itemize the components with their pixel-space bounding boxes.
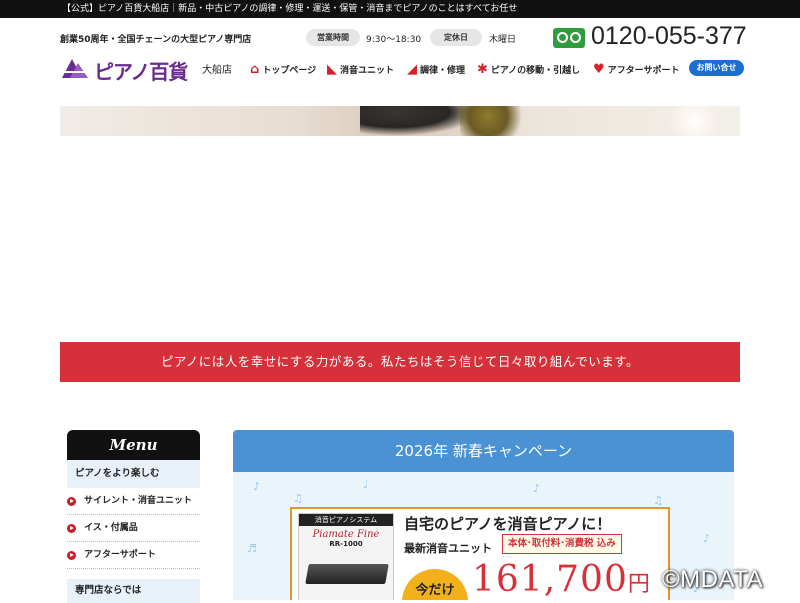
menu-title: Menu	[67, 430, 200, 460]
nav-after-support[interactable]: ♥ アフターサポート	[593, 61, 679, 77]
sidebar-item-label: イス・付属品	[84, 523, 138, 533]
nav-piano-moving[interactable]: ✱ ピアノの移動・引越し	[477, 61, 580, 77]
music-note-icon: ♪	[533, 482, 541, 495]
campaign-offer-card[interactable]: 消音ピアノシステム Piamate Fine RR-1000 自宅のピアノを消音…	[290, 507, 670, 600]
campaign-body: ♪ ♫ ♩ ♪ ♫ ♪ ♬ ♩ 消音ピアノシステム Piamate Fine R…	[233, 472, 734, 600]
campaign-panel: 2026年 新春キャンペーン ♪ ♫ ♩ ♪ ♫ ♪ ♬ ♩ 消音ピアノシステム…	[233, 430, 734, 600]
piano-logo-icon	[62, 59, 88, 78]
nav-home[interactable]: ⌂ トップページ	[250, 61, 316, 77]
campaign-subline: 最新消音ユニット	[404, 542, 492, 555]
product-name: Piamate Fine	[312, 529, 380, 540]
nav-move-label: ピアノの移動・引越し	[490, 65, 581, 76]
header-tagline: 創業50周年・全国チェーンの大型ピアノ専門店	[60, 35, 252, 45]
phone-number-link[interactable]: 0120-055-377	[591, 22, 747, 51]
arrow-circle-icon	[67, 497, 76, 506]
contact-button[interactable]: お問い合せ	[689, 60, 744, 76]
nav-tuning-repair[interactable]: ◢ 調律・修理	[407, 61, 465, 77]
music-note-icon: ♪	[703, 532, 711, 545]
nav-silent-unit[interactable]: ◣ 消音ユニット	[327, 61, 394, 77]
price-unit: 円	[627, 572, 651, 597]
menu-section-specialty: 専門店ならでは	[67, 579, 200, 603]
limited-time-badge: 今だけ	[402, 569, 468, 600]
nav-tune-label: 調律・修理	[420, 65, 466, 76]
logo-text: ピアノ百貨	[94, 60, 188, 84]
price-value: 161,700	[472, 559, 628, 600]
nav-after-label: アフターサポート	[607, 65, 680, 76]
sidebar-menu: Menu ピアノをより楽しむ サイレント・消音ユニット イス・付属品 アフターサ…	[67, 430, 200, 603]
closed-day-value: 木曜日	[489, 35, 517, 45]
sidebar-item-label: サイレント・消音ユニット	[84, 496, 193, 506]
hours-label-badge: 営業時間	[306, 29, 360, 46]
site-header: 創業50周年・全国チェーンの大型ピアノ専門店 営業時間 9:30〜18:30 定…	[0, 18, 800, 106]
menu-section-enjoy: ピアノをより楽しむ	[67, 460, 200, 488]
nav-home-label: トップページ	[262, 65, 317, 76]
campaign-price: 161,700円	[472, 559, 651, 600]
top-info-bar: 【公式】ピアノ百貨大船店｜新品・中古ピアノの調律・修理・運送・保管・消音までピア…	[0, 0, 800, 18]
silent-unit-device-icon	[305, 564, 389, 584]
freedial-icon	[553, 28, 585, 48]
branch-name: 大船店	[202, 65, 232, 76]
arrow-circle-icon	[67, 524, 76, 533]
copyright-watermark: ©MDATA	[662, 566, 764, 593]
campaign-title: 2026年 新春キャンペーン	[233, 430, 734, 472]
music-note-icon: ♪	[253, 480, 261, 493]
hero-image	[60, 106, 740, 136]
heart-icon: ♥	[593, 61, 605, 77]
sidebar-item-label: アフターサポート	[84, 550, 156, 560]
nav-silent-label: 消音ユニット	[340, 65, 395, 76]
campaign-headline: 自宅のピアノを消音ピアノに！	[404, 515, 612, 533]
music-note-icon: ♩	[363, 478, 369, 491]
music-note-icon: ♫	[293, 492, 303, 505]
product-image: 消音ピアノシステム Piamate Fine RR-1000	[298, 513, 394, 600]
hours-value: 9:30〜18:30	[366, 35, 422, 45]
sidebar-item-after-support[interactable]: アフターサポート	[67, 542, 200, 569]
gear-icon: ✱	[477, 61, 488, 77]
mission-banner: ピアノには人を幸せにする力がある。私たちはそう信じて日々取り組んでいます。	[60, 342, 740, 382]
sidebar-item-silent[interactable]: サイレント・消音ユニット	[67, 488, 200, 515]
tax-included-badge: 本体･取付料･消費税 込み	[502, 534, 622, 554]
piano-icon: ◣	[327, 61, 337, 77]
product-model: RR-1000	[329, 540, 363, 548]
sidebar-item-chairs[interactable]: イス・付属品	[67, 515, 200, 542]
product-category: 消音ピアノシステム	[299, 514, 393, 526]
music-note-icon: ♫	[653, 494, 663, 507]
music-note-icon: ♬	[247, 542, 257, 555]
arrow-circle-icon	[67, 551, 76, 560]
closed-day-label-badge: 定休日	[430, 29, 482, 46]
home-icon: ⌂	[250, 61, 260, 77]
grand-piano-icon: ◢	[407, 61, 417, 77]
